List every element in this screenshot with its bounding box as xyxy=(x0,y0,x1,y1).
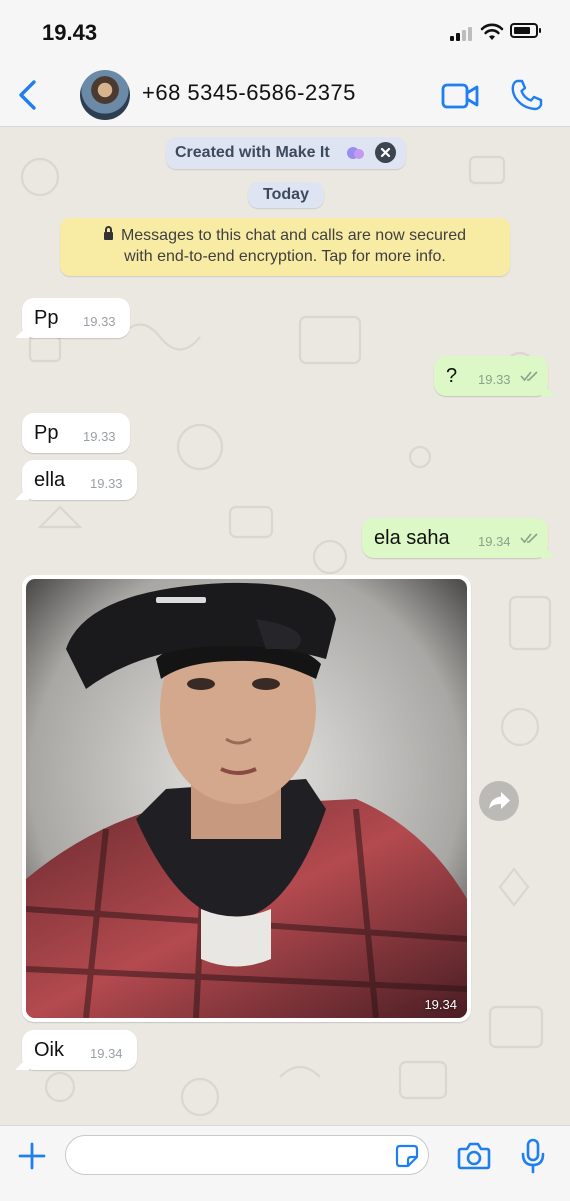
read-receipt-icon xyxy=(520,371,538,382)
message-text: Pp xyxy=(34,307,59,329)
made-with-banner: Created with Make It xyxy=(166,137,406,169)
sticker-icon xyxy=(395,1144,419,1168)
message-text: Oik xyxy=(34,1039,64,1061)
close-icon xyxy=(380,147,391,158)
microphone-icon xyxy=(521,1138,545,1174)
message-time: 19.33 xyxy=(83,314,116,329)
video-call-button[interactable] xyxy=(441,82,479,110)
message-time: 19.33 xyxy=(90,476,123,491)
made-with-label: Created with Make It xyxy=(175,144,330,161)
message-text: ella xyxy=(34,469,66,491)
avatar[interactable] xyxy=(80,70,130,120)
voice-call-button[interactable] xyxy=(510,78,544,112)
message-text: ela saha xyxy=(374,527,450,549)
attach-button[interactable] xyxy=(18,1142,46,1170)
share-arrow-icon xyxy=(489,792,510,809)
input-bar xyxy=(0,1125,570,1201)
camera-icon xyxy=(457,1142,491,1170)
message-input[interactable] xyxy=(65,1135,429,1175)
lock-icon xyxy=(103,226,113,240)
make-it-logo-icon xyxy=(347,147,364,159)
contact-name[interactable]: +68 5345-6586-2375 xyxy=(142,80,356,106)
battery-icon xyxy=(510,23,541,38)
incoming-message[interactable]: Pp 19.33 xyxy=(15,298,130,338)
encryption-notice-text-1: Messages to this chat and calls are now … xyxy=(120,227,467,244)
photo-image[interactable] xyxy=(26,579,467,1018)
microphone-button[interactable] xyxy=(520,1138,546,1174)
close-banner-button[interactable] xyxy=(375,142,396,163)
video-camera-icon xyxy=(441,83,479,109)
message-time: 19.34 xyxy=(478,534,511,549)
phone-icon xyxy=(511,79,543,111)
message-time: 19.34 xyxy=(90,1046,123,1061)
message-time: 19.33 xyxy=(83,429,116,444)
incoming-message[interactable]: ella 19.33 xyxy=(15,460,137,500)
outgoing-message[interactable]: ? 19.33 xyxy=(434,356,555,396)
message-text: ? xyxy=(446,365,458,387)
sticker-button[interactable] xyxy=(395,1144,419,1168)
status-time: 19.43 xyxy=(42,20,98,45)
back-button[interactable] xyxy=(14,78,42,112)
outgoing-message[interactable]: ela saha 19.34 xyxy=(362,518,555,558)
incoming-photo-message[interactable]: 19.34 xyxy=(22,575,471,1022)
encryption-notice-line1: Messages to this chat and calls are now … xyxy=(60,226,510,245)
read-receipt-icon xyxy=(520,533,538,544)
encryption-notice-text-2: with end-to-end encryption. Tap for more… xyxy=(124,248,446,265)
chat-area[interactable]: Created with Make It Today Messages to t… xyxy=(0,127,570,1125)
encryption-notice[interactable]: Messages to this chat and calls are now … xyxy=(60,218,510,276)
chat-header: +68 5345-6586-2375 xyxy=(0,64,570,127)
incoming-message[interactable]: Oik 19.34 xyxy=(15,1030,137,1070)
incoming-message[interactable]: Pp 19.33 xyxy=(22,413,130,453)
chevron-left-icon xyxy=(19,80,36,110)
status-bar: 19.43 xyxy=(0,0,570,64)
camera-button[interactable] xyxy=(457,1141,491,1171)
wifi-icon xyxy=(480,23,504,40)
message-time: 19.33 xyxy=(478,372,511,387)
date-divider: Today xyxy=(248,182,324,208)
forward-button[interactable] xyxy=(479,781,519,821)
plus-icon xyxy=(18,1142,46,1170)
signal-icon xyxy=(450,25,476,41)
message-text: Pp xyxy=(34,422,59,444)
photo-time: 19.34 xyxy=(424,997,457,1012)
